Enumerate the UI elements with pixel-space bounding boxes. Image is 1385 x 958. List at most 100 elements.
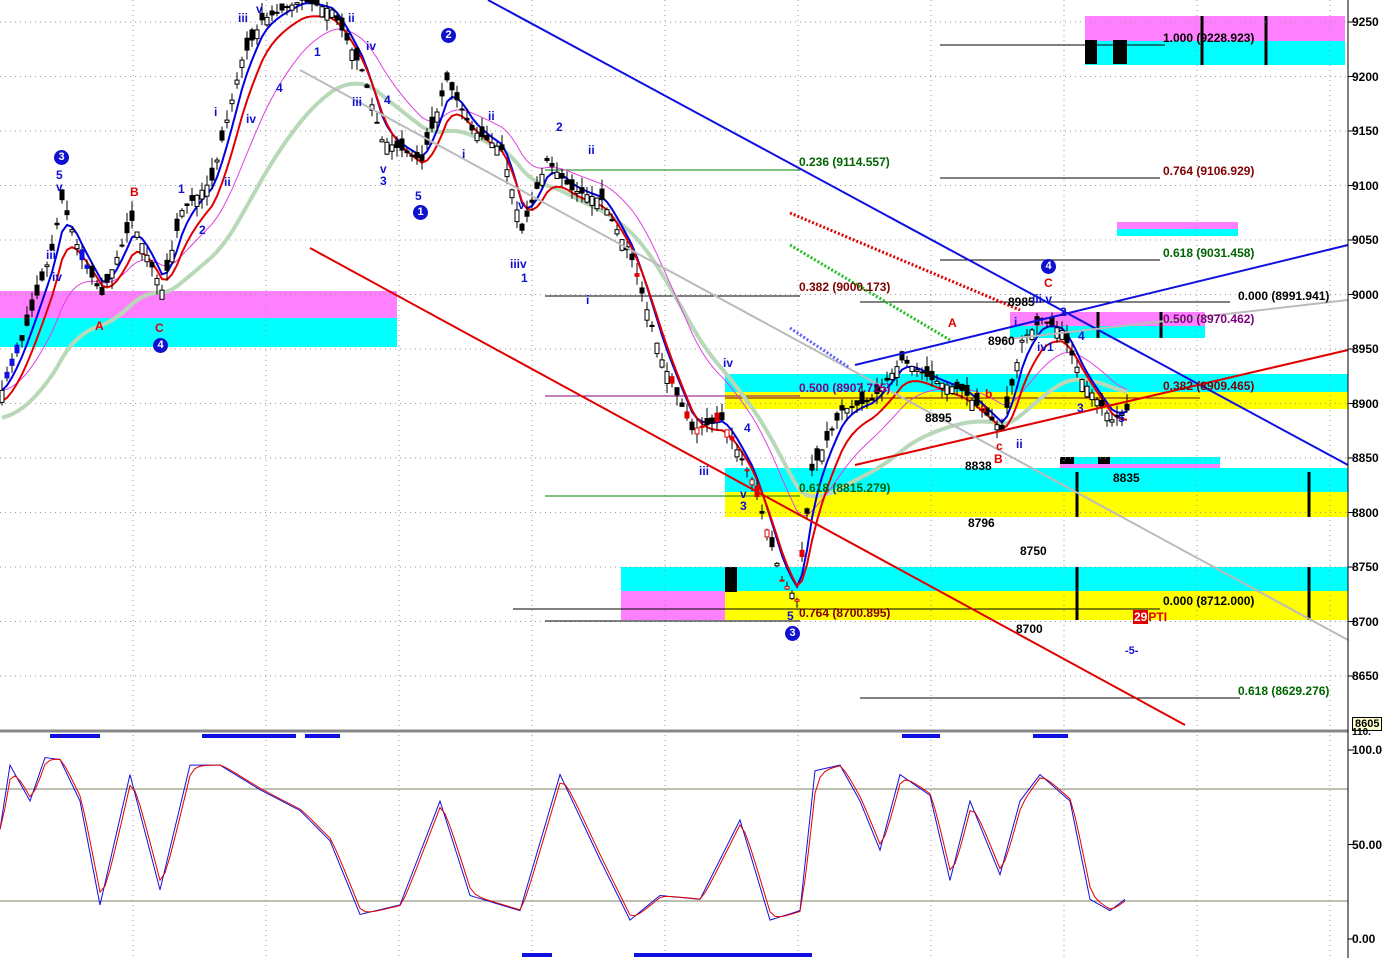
- candle-body: [334, 15, 340, 21]
- wave-label: 1: [314, 45, 321, 59]
- candle-body: [1099, 399, 1105, 407]
- candle-body: [229, 99, 235, 105]
- candle-body: [44, 264, 50, 268]
- candle-body: [824, 430, 830, 441]
- candle-body: [999, 424, 1005, 431]
- candle-body: [809, 463, 815, 471]
- price-tick-label: 9250: [1352, 15, 1379, 29]
- candle-body: [1109, 419, 1115, 423]
- candle-body: [374, 121, 380, 124]
- candle-body: [174, 218, 180, 231]
- wave-label: i: [1014, 315, 1018, 329]
- candle-body: [199, 189, 205, 200]
- candle-body: [664, 371, 670, 384]
- candle-body: [279, 3, 285, 11]
- candle-body: [649, 324, 655, 327]
- candle-body: [949, 386, 955, 394]
- candle-body: [149, 261, 155, 268]
- long-ma-line: [1, 28, 1128, 517]
- candle-body: [544, 157, 550, 161]
- candle-body: [904, 359, 910, 364]
- candle-body: [929, 371, 935, 381]
- price-tick-label: 9050: [1352, 233, 1379, 247]
- candle-body: [404, 150, 410, 154]
- candle-body: [394, 140, 400, 148]
- candle-body: [819, 449, 825, 462]
- wave-label: a: [980, 401, 987, 415]
- candle-body: [419, 154, 425, 161]
- candle-body: [74, 244, 80, 250]
- stochastic-lines: [0, 757, 1126, 921]
- candle-body: [654, 342, 660, 355]
- candle-body: [724, 429, 730, 438]
- candle-body: [519, 223, 525, 231]
- wave-label: 1: [521, 271, 528, 285]
- candle-body: [504, 169, 510, 178]
- wave-label: 5: [787, 609, 794, 623]
- candle-body: [194, 194, 200, 208]
- candle-body: [439, 90, 445, 97]
- candle-body: [144, 254, 150, 263]
- candle-body: [1069, 350, 1075, 356]
- fib-level-label: 0.000 (8991.941): [1238, 289, 1330, 303]
- candle-body: [894, 366, 900, 378]
- candle-body: [294, 2, 300, 5]
- candle-body: [534, 182, 540, 189]
- fib-level-label: 0.618 (9031.458): [1163, 246, 1255, 260]
- wave-label: iv: [52, 270, 63, 284]
- candle-body: [1064, 332, 1070, 344]
- candle-body: [69, 229, 75, 233]
- candle-body: [989, 416, 995, 421]
- candle-body: [474, 132, 480, 142]
- price-tick-label: 8950: [1352, 342, 1379, 356]
- candle-body: [9, 358, 15, 366]
- candle-body: [1104, 412, 1110, 422]
- candle-body: [539, 173, 545, 186]
- price-chart[interactable]: [0, 0, 1385, 958]
- candle-body: [484, 134, 490, 141]
- candle-body: [244, 37, 250, 51]
- candle-body: [599, 188, 605, 201]
- fib-level-label: 0.618 (8815.279): [799, 481, 891, 495]
- wave-label: i: [462, 147, 466, 161]
- candle-body: [614, 229, 620, 235]
- wave-label: B: [994, 452, 1003, 466]
- candle-body: [79, 249, 85, 261]
- candle-body: [14, 344, 20, 354]
- price-tick-label: 8800: [1352, 505, 1379, 520]
- candle-body: [709, 417, 715, 424]
- candle-body: [609, 219, 615, 222]
- price-tick-label: 8750: [1352, 560, 1379, 574]
- wave-label: v: [56, 180, 63, 194]
- fib-level-label: 0.764 (9106.929): [1163, 164, 1255, 178]
- wave-label: iv: [246, 112, 257, 126]
- wave-label: iii: [238, 11, 249, 25]
- candle-body: [204, 184, 210, 197]
- candle-body: [1089, 392, 1095, 401]
- wave-label: 4: [384, 93, 391, 107]
- candle-body: [804, 508, 810, 514]
- price-tick-label: 8700: [1352, 614, 1379, 629]
- price-label: 8960: [988, 334, 1015, 348]
- fib-level-label: 0.618 (8629.276): [1238, 684, 1330, 698]
- wave-label: iiiv: [510, 257, 527, 271]
- candle-body: [784, 586, 790, 590]
- candle-body: [309, 0, 315, 4]
- candle-body: [564, 179, 570, 185]
- wave-label: 4: [276, 81, 283, 95]
- candle-body: [239, 59, 245, 68]
- candle-body: [1004, 396, 1010, 408]
- candle-body: [849, 405, 855, 408]
- candle-body: [964, 384, 970, 396]
- candle-body: [499, 144, 505, 151]
- osc-tick-label: 50.00: [1352, 837, 1383, 852]
- candle-body: [994, 424, 1000, 431]
- candle-body: [429, 116, 435, 129]
- candle-body: [459, 108, 465, 111]
- candle-body: [559, 173, 565, 179]
- candle-body: [84, 264, 90, 269]
- candle-body: [64, 210, 70, 216]
- wave-label: 4: [744, 421, 751, 435]
- price-label: 8895: [925, 411, 952, 425]
- candle-body: [339, 17, 345, 31]
